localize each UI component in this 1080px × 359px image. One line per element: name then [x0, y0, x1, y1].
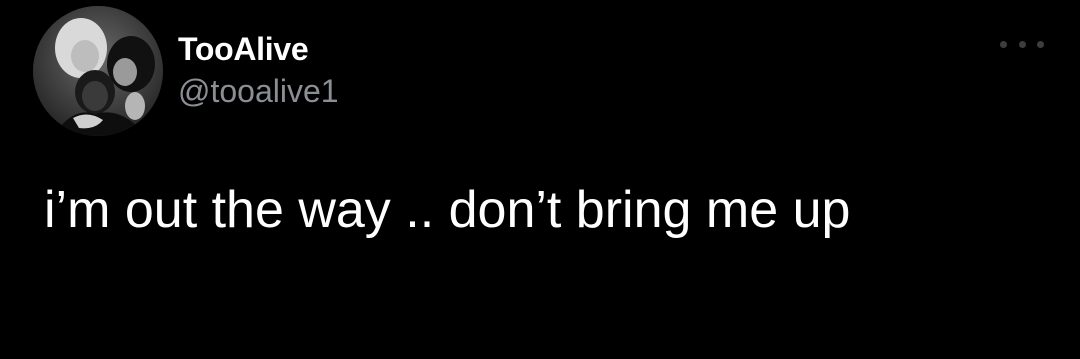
tweet-card: TooAlive @tooalive1 i’m out the way .. d… [0, 0, 1080, 359]
avatar[interactable] [33, 6, 163, 136]
avatar-photo-icon [33, 6, 163, 136]
ellipsis-icon [1037, 40, 1044, 48]
ellipsis-icon [1018, 40, 1026, 48]
display-name[interactable]: TooAlive [178, 30, 309, 68]
more-options-button[interactable] [1000, 34, 1044, 54]
ellipsis-icon [1000, 40, 1007, 48]
user-handle[interactable]: @tooalive1 [178, 72, 339, 110]
tweet-text: i’m out the way .. don’t bring me up [44, 181, 851, 239]
